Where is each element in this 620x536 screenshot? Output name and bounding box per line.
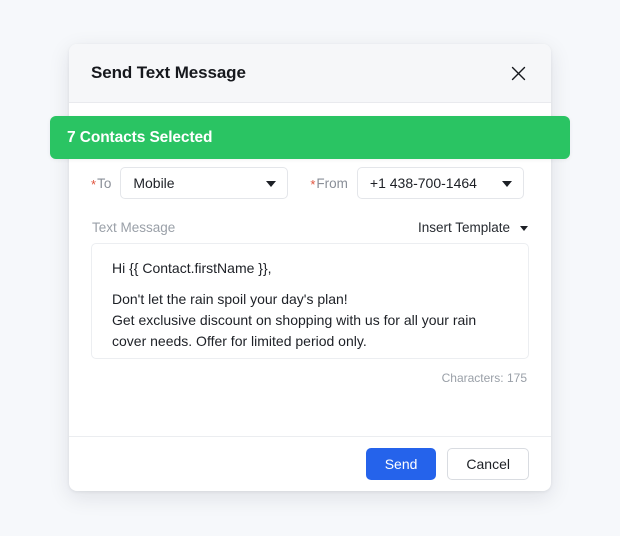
to-label-text: To xyxy=(97,175,112,191)
recipient-fields-row: * To Mobile * From +1 438-700-1464 xyxy=(91,167,529,199)
dialog-footer: Send Cancel xyxy=(69,436,551,491)
chevron-down-icon xyxy=(266,181,277,187)
page-canvas: Send Text Message * To Mobile * From +1 … xyxy=(0,0,620,536)
text-message-label: Text Message xyxy=(92,220,176,235)
message-line-1: Hi {{ Contact.firstName }}, xyxy=(112,260,272,276)
send-button[interactable]: Send xyxy=(365,448,437,480)
dialog-header: Send Text Message xyxy=(69,44,551,103)
dialog-title: Send Text Message xyxy=(91,63,246,82)
message-line-2: Don't let the rain spoil your day's plan… xyxy=(112,291,348,307)
message-textarea[interactable]: Hi {{ Contact.firstName }}, Don't let th… xyxy=(91,243,529,359)
chevron-down-icon xyxy=(520,226,528,231)
from-field-label: * From xyxy=(310,176,348,191)
send-text-message-dialog: Send Text Message * To Mobile * From +1 … xyxy=(69,44,551,491)
close-button[interactable] xyxy=(505,60,531,86)
cancel-button[interactable]: Cancel xyxy=(447,448,529,480)
insert-template-dropdown[interactable]: Insert Template xyxy=(418,220,528,235)
from-required-asterisk: * xyxy=(310,176,316,192)
to-select[interactable]: Mobile xyxy=(120,167,289,199)
message-header-row: Text Message Insert Template xyxy=(91,220,529,235)
from-label-text: From xyxy=(316,175,348,191)
from-select-value: +1 438-700-1464 xyxy=(369,175,477,191)
character-counter: Characters: 175 xyxy=(441,371,527,385)
to-select-value: Mobile xyxy=(133,175,175,191)
contacts-selected-banner: 7 Contacts Selected xyxy=(50,116,570,159)
close-icon xyxy=(511,66,526,81)
from-select[interactable]: +1 438-700-1464 xyxy=(356,167,524,199)
chevron-down-icon xyxy=(501,181,512,187)
message-line-3: Get exclusive discount on shopping with … xyxy=(112,312,477,349)
to-required-asterisk: * xyxy=(91,176,97,192)
insert-template-label: Insert Template xyxy=(417,220,510,235)
to-field-label: * To xyxy=(91,176,111,191)
